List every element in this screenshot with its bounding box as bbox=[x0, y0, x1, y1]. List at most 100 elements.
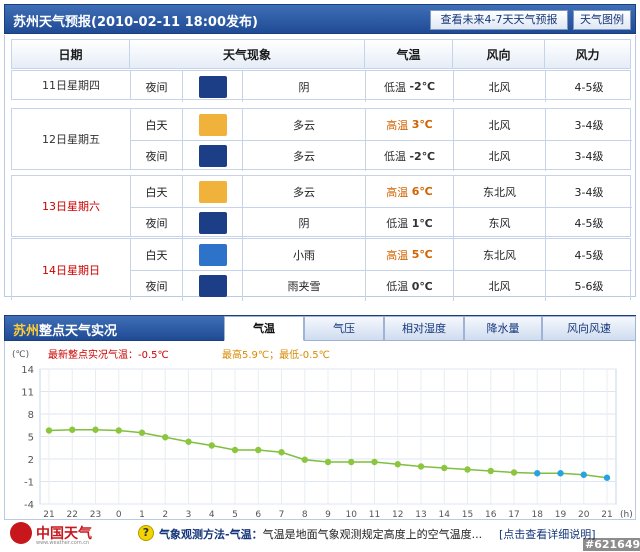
forecast-day-12: 12日星期五 白天 多云 高温 3℃ 北风 3-4级 夜间 多云 低温 -2℃ … bbox=[11, 108, 632, 171]
y-tick-label: 2 bbox=[28, 455, 34, 466]
wind-force: 3-4级 bbox=[574, 185, 604, 199]
forecast-row: 白天 多云 高温 6℃ 东北风 3-4级 bbox=[131, 176, 632, 207]
column-header-wind-force: 风力 bbox=[545, 39, 631, 69]
data-point bbox=[69, 426, 76, 433]
day-date: 13日星期六 bbox=[12, 176, 131, 236]
data-point bbox=[45, 427, 53, 434]
forecast-row: 夜间 多云 低温 -2℃ 北风 3-4级 bbox=[131, 140, 632, 171]
weather-desc: 多云 bbox=[243, 109, 366, 140]
x-tick-label: 20 bbox=[578, 510, 590, 519]
x-tick-label: 1 bbox=[139, 510, 145, 519]
x-tick-label: 7 bbox=[279, 510, 285, 519]
question-icon[interactable]: ? bbox=[138, 525, 154, 541]
china-weather-logo[interactable]: 中国天气 www.weather.com.cn bbox=[10, 522, 110, 546]
temperature: 高温 6℃ bbox=[366, 176, 454, 207]
wind-force: 4-5级 bbox=[574, 217, 604, 230]
weather-desc: 雨夹雪 bbox=[243, 271, 366, 301]
data-point bbox=[301, 456, 308, 463]
data-point bbox=[487, 467, 494, 475]
x-tick-label: 18 bbox=[532, 510, 544, 519]
y-tick-label: 8 bbox=[28, 410, 34, 421]
x-tick-label: 21 bbox=[601, 510, 612, 519]
data-point bbox=[208, 442, 215, 449]
view-details-link[interactable]: [点击查看详细说明] bbox=[499, 526, 596, 542]
forecast-header: 苏州天气预报(2010-02-11 18:00发布) 查看未来4-7天天气预报 … bbox=[4, 4, 636, 34]
day-date: 11日星期四 bbox=[12, 71, 131, 99]
weather-desc: 阴 bbox=[243, 208, 366, 238]
data-point bbox=[510, 469, 518, 476]
max-min-label: 最高5.9℃；最低-0.5℃ bbox=[222, 348, 330, 361]
tab-wind[interactable]: 风向风速 bbox=[542, 316, 636, 341]
footer: 中国天气 www.weather.com.cn ? 气象观测方法-气温：气温是地… bbox=[4, 520, 636, 548]
temperature: 高温 3℃ bbox=[366, 109, 454, 140]
wind-force: 5-6级 bbox=[574, 280, 604, 293]
x-tick-label: 13 bbox=[415, 510, 426, 519]
y-unit-label: (℃) bbox=[12, 350, 29, 360]
forecast-day-11: 11日星期四 夜间 阴 低温 -2℃ 北风 4-5级 bbox=[11, 70, 632, 102]
temperature-chart: 1411852-1-421 22 23 0 1 2 3 4 5 6 7 8 9 10 11 12 13 14 15 1… bbox=[12, 348, 633, 519]
tab-humidity[interactable]: 相对湿度 bbox=[384, 316, 464, 341]
x-tick-label: 22 bbox=[67, 510, 78, 519]
forecast-day-13: 13日星期六 白天 多云 高温 6℃ 东北风 3-4级 夜间 阴 低温 1℃ 东… bbox=[11, 175, 632, 238]
data-point bbox=[580, 471, 587, 478]
x-tick-label: 12 bbox=[392, 510, 403, 519]
forecast-row: 白天 多云 高温 3℃ 北风 3-4级 bbox=[131, 109, 632, 140]
data-point bbox=[278, 449, 285, 456]
data-point bbox=[464, 466, 471, 473]
day-date: 12日星期五 bbox=[12, 109, 131, 169]
light-rain-icon bbox=[198, 243, 227, 266]
observation-title: 苏州整点天气实况 bbox=[13, 324, 118, 339]
x-tick-label: 9 bbox=[325, 510, 331, 519]
forecast-row: 白天 小雨 高温 5℃ 东北风 4-5级 bbox=[131, 239, 632, 270]
data-point bbox=[185, 438, 192, 445]
column-header-date: 日期 bbox=[11, 39, 130, 69]
x-tick-label: 15 bbox=[462, 510, 473, 519]
forecast-title: 苏州天气预报(2010-02-11 18:00发布) bbox=[13, 15, 258, 30]
wind-direction: 北风 bbox=[454, 271, 546, 301]
y-tick-label: 5 bbox=[28, 433, 34, 444]
data-point bbox=[441, 464, 448, 472]
weather-legend-button[interactable]: 天气图例 bbox=[573, 10, 631, 30]
weather-desc: 多云 bbox=[243, 141, 366, 171]
wind-direction: 东北风 bbox=[454, 176, 546, 207]
weather-desc: 小雨 bbox=[243, 239, 366, 270]
period-label: 夜间 bbox=[131, 141, 183, 171]
y-tick-label: 11 bbox=[21, 388, 34, 399]
data-point bbox=[115, 427, 122, 434]
x-tick-label: 14 bbox=[439, 510, 451, 519]
weather-desc: 阴 bbox=[243, 71, 366, 102]
period-label: 白天 bbox=[131, 239, 183, 270]
data-point bbox=[324, 458, 332, 466]
sleet-icon bbox=[198, 275, 227, 297]
tab-precipitation[interactable]: 降水量 bbox=[464, 316, 542, 341]
x-tick-label: 10 bbox=[346, 510, 358, 519]
x-tick-label: 2 bbox=[162, 510, 168, 519]
observation-method: 气象观测方法-气温：气温是地面气象观测规定高度上的空气温度... bbox=[159, 528, 483, 541]
cloudy-night-icon bbox=[198, 212, 227, 234]
temperature: 低温 -2℃ bbox=[366, 141, 454, 171]
wind-direction: 东风 bbox=[454, 208, 546, 238]
wind-direction: 北风 bbox=[454, 109, 546, 140]
x-tick-label: 4 bbox=[209, 510, 215, 519]
latest-temperature-label: 最新整点实况气温：-0.5℃ bbox=[48, 348, 169, 361]
tab-temperature[interactable]: 气温 bbox=[224, 316, 304, 341]
data-point bbox=[348, 458, 355, 466]
data-point bbox=[138, 429, 146, 436]
y-tick-label: -1 bbox=[24, 478, 34, 489]
period-label: 夜间 bbox=[131, 208, 183, 238]
period-label: 夜间 bbox=[131, 271, 183, 301]
y-tick-label: -4 bbox=[24, 500, 34, 511]
view-4-7-day-forecast-button[interactable]: 查看未来4-7天天气预报 bbox=[430, 10, 568, 30]
data-point bbox=[92, 426, 99, 433]
wind-force: 3-4级 bbox=[574, 150, 604, 163]
forecast-row: 夜间 阴 低温 -2℃ 北风 4-5级 bbox=[131, 71, 632, 102]
forecast-table: 日期 天气现象 气温 风向 风力 11日星期四 夜间 阴 低温 -2℃ 北风 4… bbox=[4, 35, 636, 301]
column-header-wind-direction: 风向 bbox=[453, 39, 545, 69]
wind-force: 3-4级 bbox=[574, 118, 604, 132]
data-point bbox=[603, 474, 611, 481]
partly-cloudy-night-icon bbox=[198, 145, 227, 167]
x-tick-label: 3 bbox=[186, 510, 192, 519]
watermark: #621649 bbox=[583, 538, 640, 551]
tab-pressure[interactable]: 气压 bbox=[304, 316, 384, 341]
wind-direction: 北风 bbox=[454, 141, 546, 171]
